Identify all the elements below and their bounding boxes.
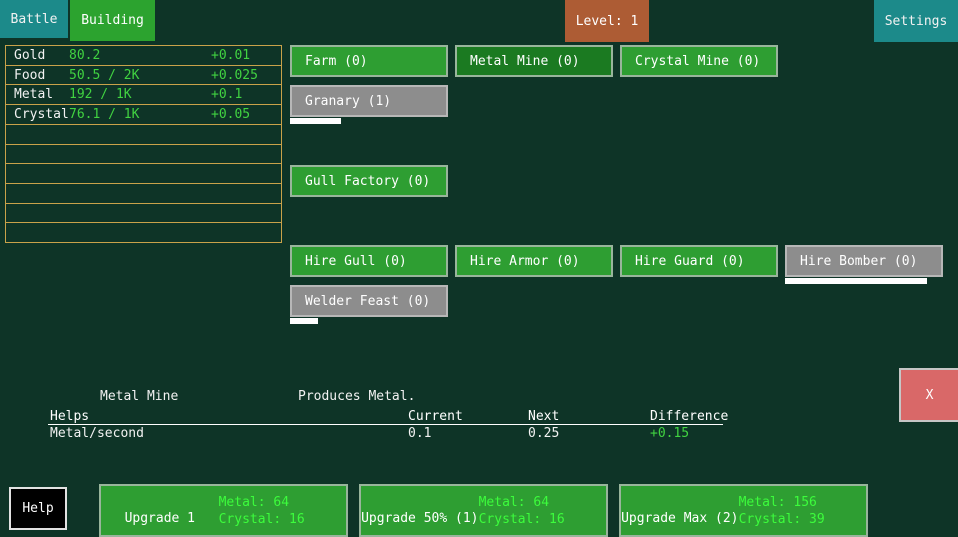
- game-screen: Battle Building Level: 1 Settings Gold 8…: [0, 0, 958, 537]
- detail-header-underline: [48, 424, 723, 425]
- resource-row-food: Food 50.5 / 2K +0.025: [6, 66, 281, 86]
- close-button[interactable]: X: [899, 368, 958, 422]
- resource-row-crystal: Crystal 76.1 / 1K +0.05: [6, 105, 281, 125]
- upgrade-1-metal-cost: Metal: 64: [219, 494, 346, 511]
- resource-value: 76.1 / 1K: [69, 107, 139, 122]
- upgrade-50-button[interactable]: Upgrade 50% (1) Metal: 64 Crystal: 16: [359, 484, 608, 537]
- resource-rate: +0.01: [211, 48, 250, 63]
- resource-name: Gold: [14, 48, 45, 63]
- resource-table: Gold 80.2 +0.01 Food 50.5 / 2K +0.025 Me…: [5, 45, 282, 243]
- tab-battle[interactable]: Battle: [0, 0, 68, 38]
- detail-row-next: 0.25: [528, 426, 559, 441]
- upgrade-max-crystal-cost: Crystal: 39: [739, 511, 866, 528]
- resource-value: 50.5 / 2K: [69, 68, 139, 83]
- upgrade-1-costs: Metal: 64 Crystal: 16: [219, 486, 346, 535]
- hire-armor-button[interactable]: Hire Armor (0): [455, 245, 613, 277]
- hire-bomber-button[interactable]: Hire Bomber (0): [785, 245, 943, 277]
- settings-button[interactable]: Settings: [874, 0, 958, 42]
- detail-title: Metal Mine: [100, 389, 178, 404]
- resource-row-empty: [6, 145, 281, 165]
- tab-building[interactable]: Building: [70, 0, 155, 41]
- hire-bomber-progress-bar: [785, 278, 927, 284]
- upgrade-max-metal-cost: Metal: 156: [739, 494, 866, 511]
- crystal-mine-button[interactable]: Crystal Mine (0): [620, 45, 778, 77]
- resource-name: Metal: [14, 87, 53, 102]
- welder-feast-button[interactable]: Welder Feast (0): [290, 285, 448, 317]
- upgrade-1-button[interactable]: Upgrade 1 Metal: 64 Crystal: 16: [99, 484, 348, 537]
- metal-mine-button[interactable]: Metal Mine (0): [455, 45, 613, 77]
- resource-rate: +0.05: [211, 107, 250, 122]
- resource-row-empty: [6, 125, 281, 145]
- hire-guard-button[interactable]: Hire Guard (0): [620, 245, 778, 277]
- resource-row-empty: [6, 223, 281, 242]
- detail-row-difference: +0.15: [650, 426, 689, 441]
- farm-button[interactable]: Farm (0): [290, 45, 448, 77]
- resource-rate: +0.025: [211, 68, 258, 83]
- resource-value: 80.2: [69, 48, 100, 63]
- detail-column-next: Next: [528, 409, 559, 424]
- hire-gull-button[interactable]: Hire Gull (0): [290, 245, 448, 277]
- resource-row-gold: Gold 80.2 +0.01: [6, 46, 281, 66]
- upgrade-1-crystal-cost: Crystal: 16: [219, 511, 346, 528]
- upgrade-50-metal-cost: Metal: 64: [479, 494, 606, 511]
- detail-row-helps: Metal/second: [50, 426, 144, 441]
- resource-name: Crystal: [14, 107, 69, 122]
- upgrade-max-costs: Metal: 156 Crystal: 39: [739, 486, 866, 535]
- upgrade-max-label: Upgrade Max (2): [621, 494, 739, 537]
- help-button[interactable]: Help: [9, 487, 67, 530]
- detail-column-difference: Difference: [650, 409, 728, 424]
- upgrade-1-label: Upgrade 1: [101, 494, 219, 537]
- granary-progress-bar: [290, 118, 341, 124]
- resource-rate: +0.1: [211, 87, 242, 102]
- detail-description: Produces Metal.: [298, 389, 415, 404]
- upgrade-50-label: Upgrade 50% (1): [361, 494, 479, 537]
- detail-row-current: 0.1: [408, 426, 431, 441]
- upgrade-50-costs: Metal: 64 Crystal: 16: [479, 486, 606, 535]
- level-indicator[interactable]: Level: 1: [565, 0, 649, 42]
- detail-column-helps: Helps: [50, 409, 89, 424]
- resource-name: Food: [14, 68, 45, 83]
- resource-row-empty: [6, 184, 281, 204]
- upgrade-50-crystal-cost: Crystal: 16: [479, 511, 606, 528]
- upgrade-max-button[interactable]: Upgrade Max (2) Metal: 156 Crystal: 39: [619, 484, 868, 537]
- gull-factory-button[interactable]: Gull Factory (0): [290, 165, 448, 197]
- resource-row-empty: [6, 164, 281, 184]
- resource-row-metal: Metal 192 / 1K +0.1: [6, 85, 281, 105]
- granary-button[interactable]: Granary (1): [290, 85, 448, 117]
- resource-value: 192 / 1K: [69, 87, 132, 102]
- welder-feast-progress-bar: [290, 318, 318, 324]
- detail-column-current: Current: [408, 409, 463, 424]
- resource-row-empty: [6, 204, 281, 224]
